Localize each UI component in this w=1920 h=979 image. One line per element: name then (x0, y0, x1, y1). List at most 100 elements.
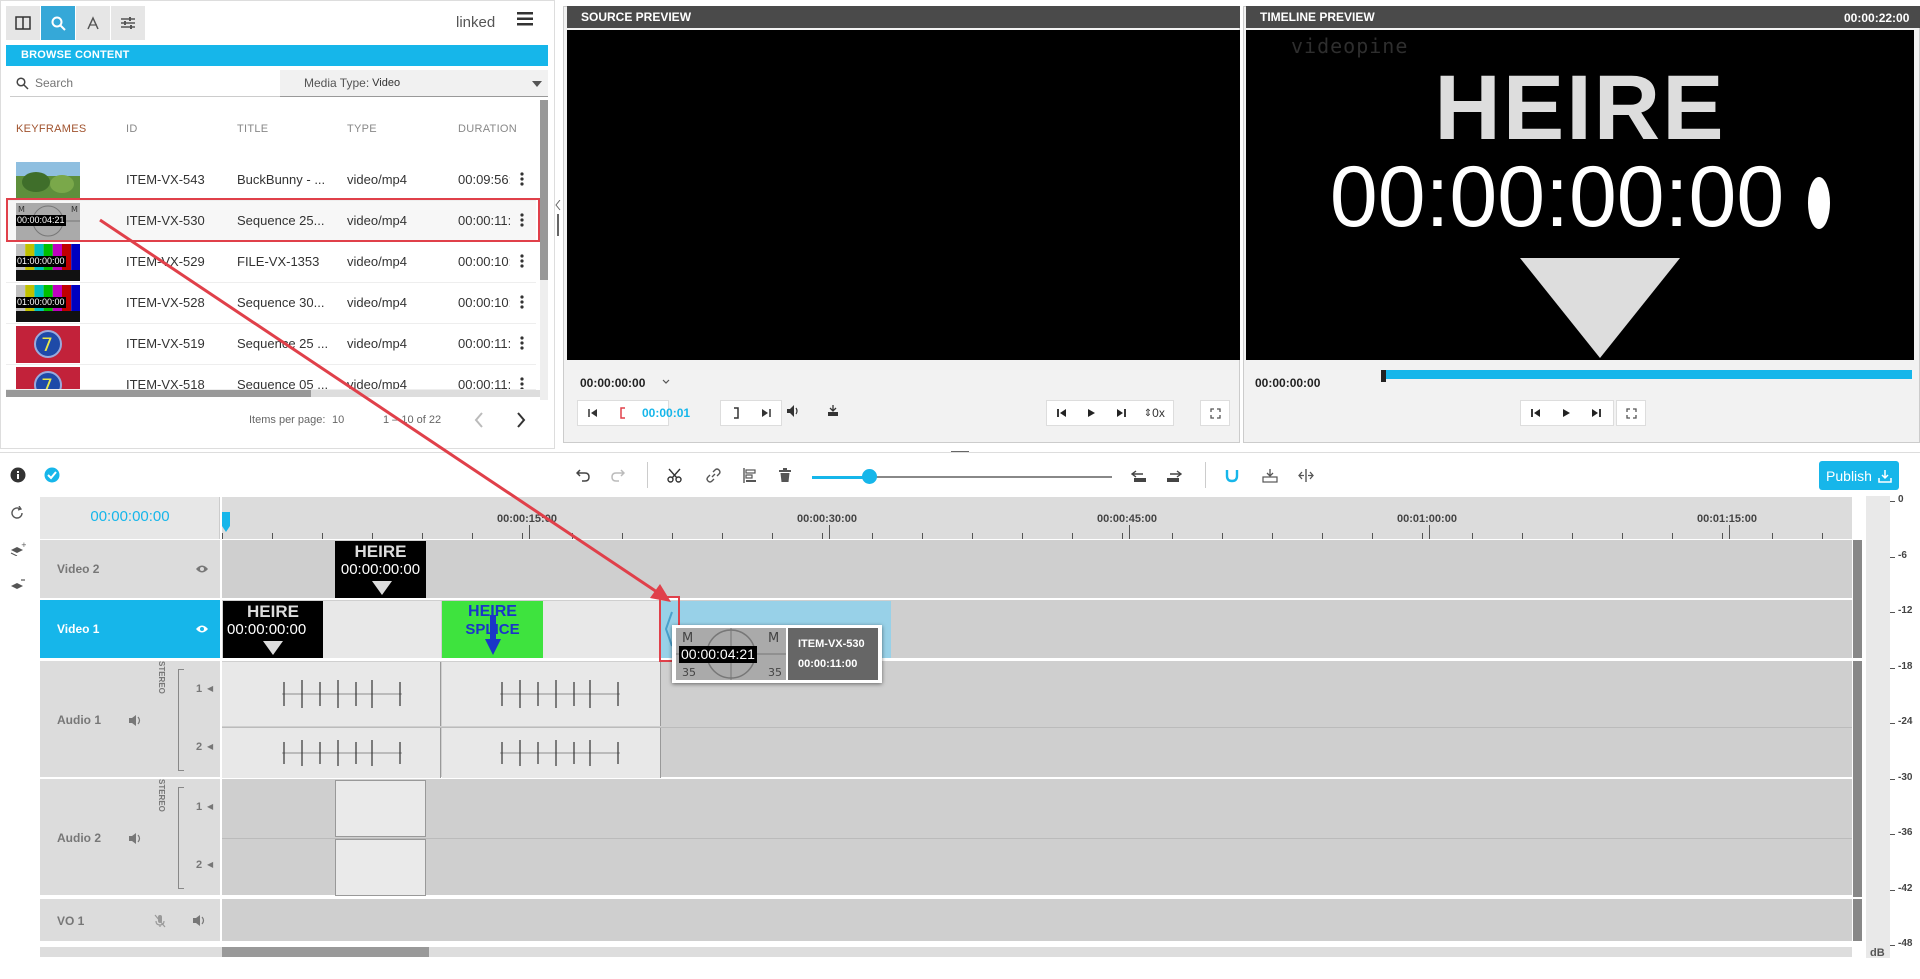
timeline-scrollbar-thumb[interactable] (222, 947, 429, 957)
prev-page-button[interactable] (474, 412, 484, 428)
clip-video1-blank[interactable] (323, 601, 441, 658)
audio-clip-a1-ch1[interactable] (442, 662, 661, 726)
skip-back-button[interactable] (1047, 401, 1077, 425)
mark-out-button[interactable] (721, 401, 751, 425)
row-menu-icon[interactable] (520, 254, 524, 268)
row-menu-icon[interactable] (520, 172, 524, 186)
timeline-progress-bar[interactable] (1384, 370, 1912, 379)
playhead-timecode[interactable]: 00:00:00:00 (40, 508, 220, 525)
lane-scrollbar[interactable] (1853, 899, 1862, 941)
move-left-button[interactable] (1131, 469, 1147, 483)
column-header-duration[interactable]: DURATION (458, 123, 517, 135)
mark-in-button[interactable] (608, 401, 638, 425)
audio-clip-a2-ch1[interactable] (335, 780, 426, 837)
ripple-button[interactable] (1262, 468, 1278, 483)
timeline-skip-forward-button[interactable] (1581, 401, 1611, 425)
clip-video2-heire[interactable]: HEIRE 00:00:00:00 (335, 541, 426, 598)
next-page-button[interactable] (516, 412, 526, 428)
timeline-playhead-marker[interactable] (1381, 370, 1386, 382)
column-header-title[interactable]: TITLE (237, 123, 268, 135)
track-header-audio2[interactable]: Audio 2 STEREO 1 ◀ 2 ◀ (40, 779, 220, 897)
slip-button[interactable] (1298, 468, 1314, 483)
info-button[interactable] (10, 467, 26, 483)
undo-button[interactable] (576, 468, 590, 482)
track-name: Audio 2 (57, 831, 101, 845)
column-header-keyframes[interactable]: KEYFRAMES (16, 123, 87, 135)
timeline-play-button[interactable] (1551, 401, 1581, 425)
speaker-icon[interactable] (128, 832, 143, 845)
skip-forward-button[interactable] (1106, 401, 1136, 425)
row-menu-icon[interactable] (520, 377, 524, 389)
clip-video1-splice[interactable]: HEIRE SPLICE (442, 601, 543, 658)
go-to-out-button[interactable] (751, 401, 781, 425)
timeline-ruler[interactable] (222, 497, 1852, 539)
speaker-icon[interactable] (192, 914, 207, 927)
list-scrollbar-thumb[interactable] (540, 100, 548, 280)
source-fullscreen-button[interactable] (1201, 401, 1229, 425)
column-header-type[interactable]: TYPE (347, 123, 377, 135)
library-tab-button[interactable] (6, 6, 40, 40)
speed-control[interactable]: ⇕ 0x (1136, 401, 1173, 425)
horizontal-scrollbar-thumb[interactable] (6, 390, 311, 397)
table-row[interactable]: ITEM-VX-543 BuckBunny - ... video/mp4 00:09… (6, 160, 536, 201)
insert-to-timeline-button[interactable] (826, 404, 840, 418)
delete-button[interactable] (779, 468, 791, 482)
remove-track-button[interactable] (10, 578, 26, 592)
track-header-audio1[interactable]: Audio 1 STEREO 1 ◀ 2 ◀ (40, 661, 220, 779)
timeline-preview-screen[interactable]: videopine HEIRE 00:00:00:00 (1246, 30, 1914, 360)
publish-button[interactable]: Publish (1819, 461, 1899, 490)
redo-button[interactable] (611, 468, 625, 482)
link-button[interactable] (706, 468, 721, 483)
effects-tab-button[interactable] (76, 6, 110, 40)
search-input[interactable] (35, 76, 235, 90)
table-row[interactable]: 7 ITEM-VX-518 Sequence 05 ... video/mp4 00:0… (6, 365, 536, 390)
row-menu-icon[interactable] (520, 295, 524, 309)
lane-vo1[interactable] (222, 899, 1852, 943)
column-header-id[interactable]: ID (126, 123, 138, 135)
audio-clip-a1-ch1[interactable] (222, 662, 441, 726)
search-tab-button[interactable] (41, 6, 75, 40)
validate-button[interactable] (44, 467, 60, 483)
timecode-dropdown[interactable] (662, 379, 670, 385)
search-field[interactable] (10, 70, 280, 97)
panel-splitter-handle[interactable] (555, 200, 561, 240)
track-header-video2[interactable]: Video 2 (40, 540, 220, 600)
table-row[interactable]: 7 ITEM-VX-519 Sequence 25 ... video/mp4 00:0… (6, 324, 536, 365)
snap-button[interactable] (1224, 468, 1239, 483)
row-menu-icon[interactable] (520, 336, 524, 350)
audio-clip-a1-ch2[interactable] (222, 728, 441, 778)
settings-tab-button[interactable] (111, 6, 145, 40)
lane-scrollbar[interactable] (1853, 661, 1862, 897)
cut-button[interactable] (667, 468, 682, 483)
clip-video1-heire[interactable]: HEIRE 00:00:00:00 (223, 601, 323, 658)
align-icon (743, 468, 756, 483)
align-button[interactable] (743, 468, 757, 483)
track-header-vo1[interactable]: VO 1 (40, 899, 220, 943)
speaker-icon[interactable] (128, 714, 143, 727)
audio-clip-a2-ch2[interactable] (335, 839, 426, 896)
eye-icon[interactable] (195, 564, 209, 574)
add-track-button[interactable]: + (10, 542, 26, 556)
lane-scrollbar[interactable] (1853, 540, 1862, 658)
audio-mute-button[interactable] (786, 404, 802, 418)
media-type-select[interactable]: Media Type: Video (280, 70, 548, 97)
microphone-muted-icon[interactable] (154, 914, 166, 928)
go-to-in-button[interactable] (578, 401, 608, 425)
lane-video2[interactable] (222, 540, 1852, 600)
clip-video1-blank[interactable] (543, 601, 661, 658)
track-header-video1[interactable]: Video 1 (40, 600, 220, 660)
source-preview-screen[interactable] (567, 30, 1240, 360)
table-row[interactable]: 01:00:00:00 ITEM-VX-528 Sequence 30... vide… (6, 283, 536, 324)
timeline-fullscreen-button[interactable] (1617, 401, 1645, 425)
playhead-handle[interactable] (222, 512, 230, 532)
play-button[interactable] (1077, 401, 1107, 425)
menu-icon[interactable] (517, 12, 537, 28)
zoom-slider-handle[interactable] (862, 469, 877, 484)
eye-icon[interactable] (195, 624, 209, 634)
audio-clip-a1-ch2[interactable] (442, 728, 661, 778)
table-row[interactable]: 01:00:00:00 ITEM-VX-529 FILE-VX-1353 video/… (6, 242, 536, 283)
move-right-button[interactable] (1166, 469, 1182, 483)
timeline-skip-back-button[interactable] (1521, 401, 1551, 425)
refresh-button[interactable] (10, 506, 24, 520)
items-per-page-value[interactable]: 10 (332, 414, 344, 426)
